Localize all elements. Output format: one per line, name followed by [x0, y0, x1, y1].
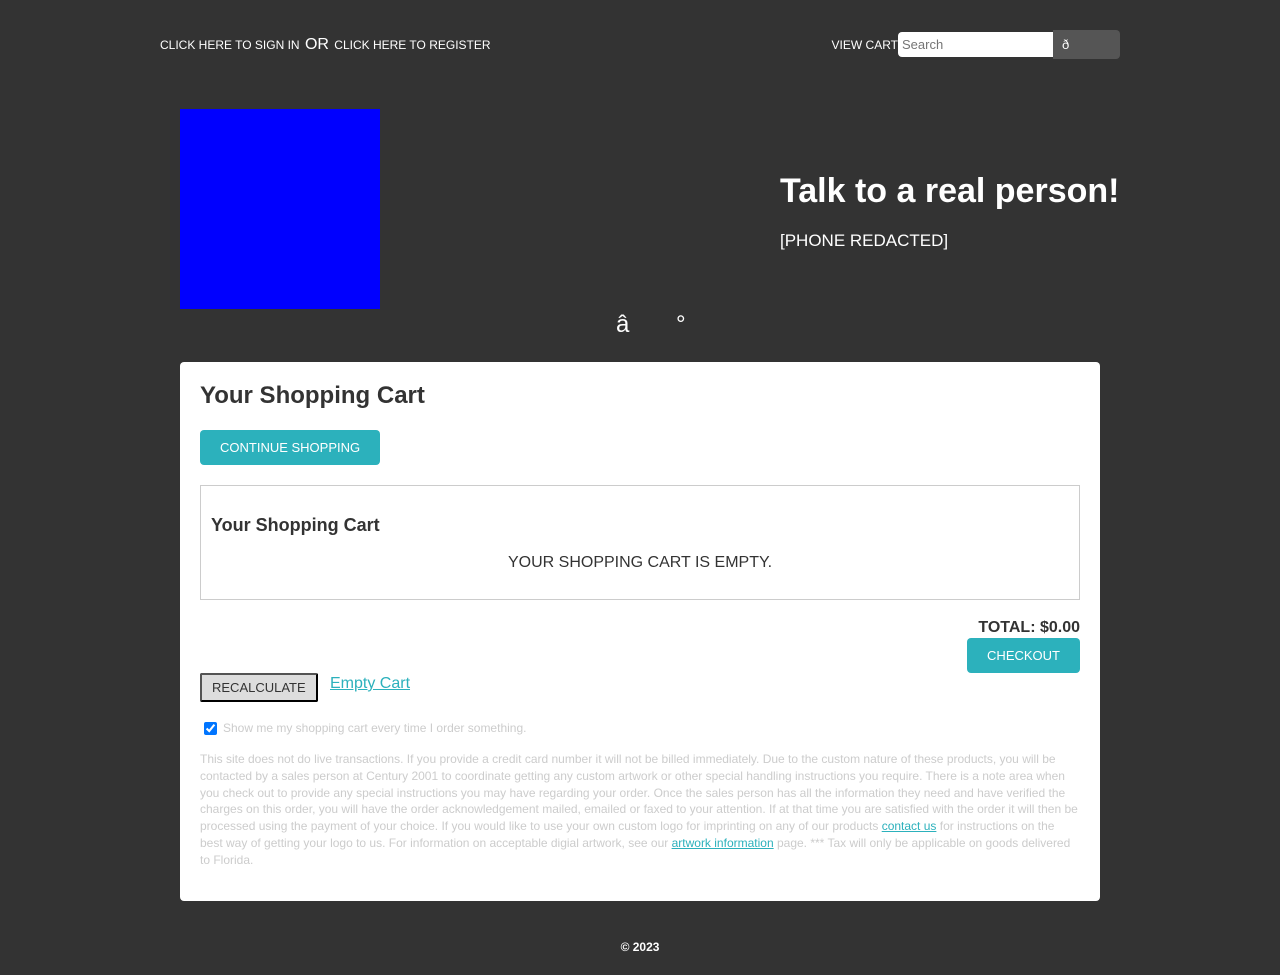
- continue-shopping-button[interactable]: CONTINUE SHOPPING: [200, 430, 381, 465]
- page-title: Your Shopping Cart: [200, 382, 425, 409]
- view-cart-link[interactable]: VIEW CART: [832, 38, 898, 52]
- top-bar: CLICK HERE TO SIGN IN OR CLICK HERE TO R…: [160, 30, 1120, 60]
- search-button[interactable]: ð: [1053, 30, 1120, 59]
- phone-number: [PHONE REDACTED]: [780, 231, 949, 250]
- cart-contents: Your Shopping Cart YOUR SHOPPING CART IS…: [200, 485, 1080, 600]
- cart-panel: Your Shopping Cart CONTINUE SHOPPING You…: [180, 362, 1100, 901]
- show-cart-label: Show me my shopping cart every time I or…: [223, 721, 527, 735]
- artwork-info-link[interactable]: artwork information: [672, 836, 774, 850]
- recalculate-button[interactable]: RECALCULATE: [200, 673, 318, 702]
- broken-glyphs: â °: [616, 311, 706, 338]
- sign-in-link[interactable]: CLICK HERE TO SIGN IN: [160, 38, 300, 52]
- auth-links: CLICK HERE TO SIGN IN OR CLICK HERE TO R…: [160, 36, 491, 54]
- register-link[interactable]: CLICK HERE TO REGISTER: [334, 38, 490, 52]
- search-area: VIEW CART ð: [832, 30, 1120, 59]
- empty-cart-link[interactable]: Empty Cart: [330, 675, 410, 693]
- empty-message: YOUR SHOPPING CART IS EMPTY.: [507, 554, 773, 571]
- copyright: © 2023: [620, 940, 660, 954]
- talk-heading: Talk to a real person!: [780, 172, 1120, 210]
- or-text: OR: [304, 36, 329, 53]
- cart-contents-title: Your Shopping Cart: [211, 515, 380, 535]
- cart-total: TOTAL: $0.00: [978, 619, 1080, 636]
- contact-us-link[interactable]: contact us: [882, 819, 937, 833]
- show-cart-option[interactable]: Show me my shopping cart every time I or…: [204, 721, 526, 735]
- disclaimer-text: This site does not do live transactions.…: [200, 751, 1080, 869]
- logo-image[interactable]: [180, 109, 380, 309]
- checkout-button[interactable]: CHECKOUT: [967, 638, 1080, 673]
- search-input[interactable]: [898, 32, 1053, 57]
- show-cart-checkbox[interactable]: [204, 721, 217, 735]
